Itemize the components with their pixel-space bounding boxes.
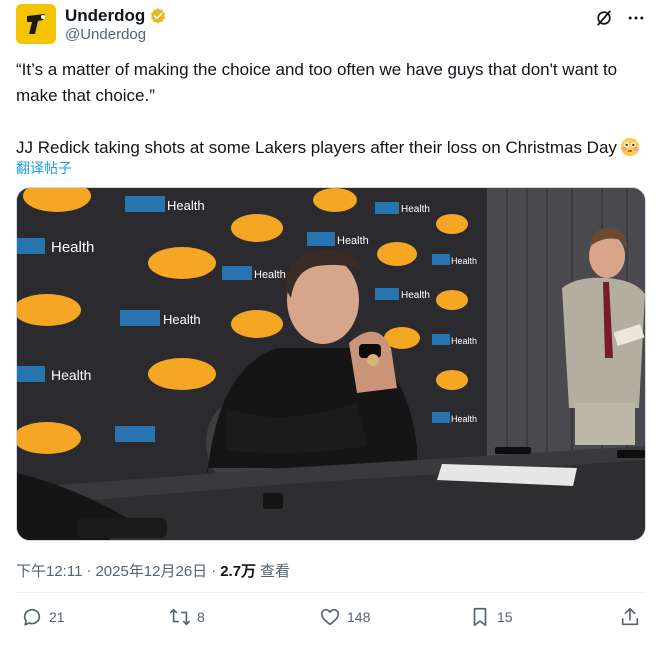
header-actions [594, 8, 646, 28]
bookmark-button[interactable]: 15 [469, 606, 513, 628]
reply-icon [23, 608, 41, 626]
svg-text:Health: Health [451, 256, 477, 266]
handle[interactable]: @Underdog [65, 26, 146, 43]
more-icon[interactable] [626, 8, 646, 28]
svg-text:Health: Health [254, 269, 286, 281]
like-count: 148 [347, 609, 371, 625]
retweet-button[interactable]: 8 [169, 606, 205, 628]
name-row: Underdog [65, 6, 167, 26]
svg-text:Health: Health [451, 336, 477, 346]
tweet-media[interactable]: Health Health Health Health Health Healt… [16, 187, 646, 541]
svg-text:Health: Health [337, 235, 369, 247]
tweet-header: Underdog @Underdog [16, 4, 646, 48]
tweet-text: “It’s a matter of making the choice and … [16, 57, 646, 161]
svg-text:Health: Health [51, 239, 94, 256]
tweet-date[interactable]: 2025年12月26日 [95, 560, 207, 581]
share-button[interactable] [619, 606, 641, 628]
like-button[interactable]: 148 [319, 606, 370, 628]
retweet-count: 8 [197, 609, 205, 625]
display-name[interactable]: Underdog [65, 6, 145, 26]
reply-button[interactable]: 21 [21, 606, 65, 628]
share-icon [621, 607, 639, 626]
meta-separator: · [211, 562, 217, 579]
retweet-icon [170, 608, 190, 626]
tweet-body-text: JJ Redick taking shots at some Lakers pl… [16, 138, 617, 157]
view-label: 查看 [260, 563, 291, 580]
translate-post-link[interactable]: 翻译帖子 [16, 158, 72, 178]
verified-badge-icon [151, 8, 166, 24]
tweet-meta: 下午12:11 · 2025年12月26日 · 2.7万 查看 [16, 560, 290, 581]
tweet-time[interactable]: 下午12:11 [16, 560, 82, 581]
view-count: 2.7万 [220, 563, 257, 580]
svg-text:Health: Health [401, 290, 430, 301]
tweet-body: JJ Redick taking shots at some Lakers pl… [16, 135, 646, 161]
bookmark-icon [473, 607, 487, 627]
reply-count: 21 [49, 609, 65, 625]
svg-text:Health: Health [51, 367, 91, 383]
grok-icon[interactable] [594, 8, 614, 28]
svg-text:Health: Health [163, 312, 201, 327]
divider [16, 592, 646, 593]
svg-text:Health: Health [167, 198, 205, 213]
tweet-actions: 21 8 148 15 [16, 606, 646, 634]
bookmark-count: 15 [497, 609, 513, 625]
press-conference-photo: Health Health Health Health Health Healt… [17, 188, 645, 540]
svg-text:Health: Health [451, 414, 477, 424]
svg-text:Health: Health [401, 204, 430, 215]
tweet-quote: “It’s a matter of making the choice and … [16, 60, 618, 105]
underdog-logo-icon [16, 4, 56, 44]
avatar[interactable] [16, 4, 56, 44]
flushed-face-emoji-icon [620, 137, 640, 157]
meta-separator: · [86, 562, 92, 579]
heart-icon [320, 608, 340, 626]
